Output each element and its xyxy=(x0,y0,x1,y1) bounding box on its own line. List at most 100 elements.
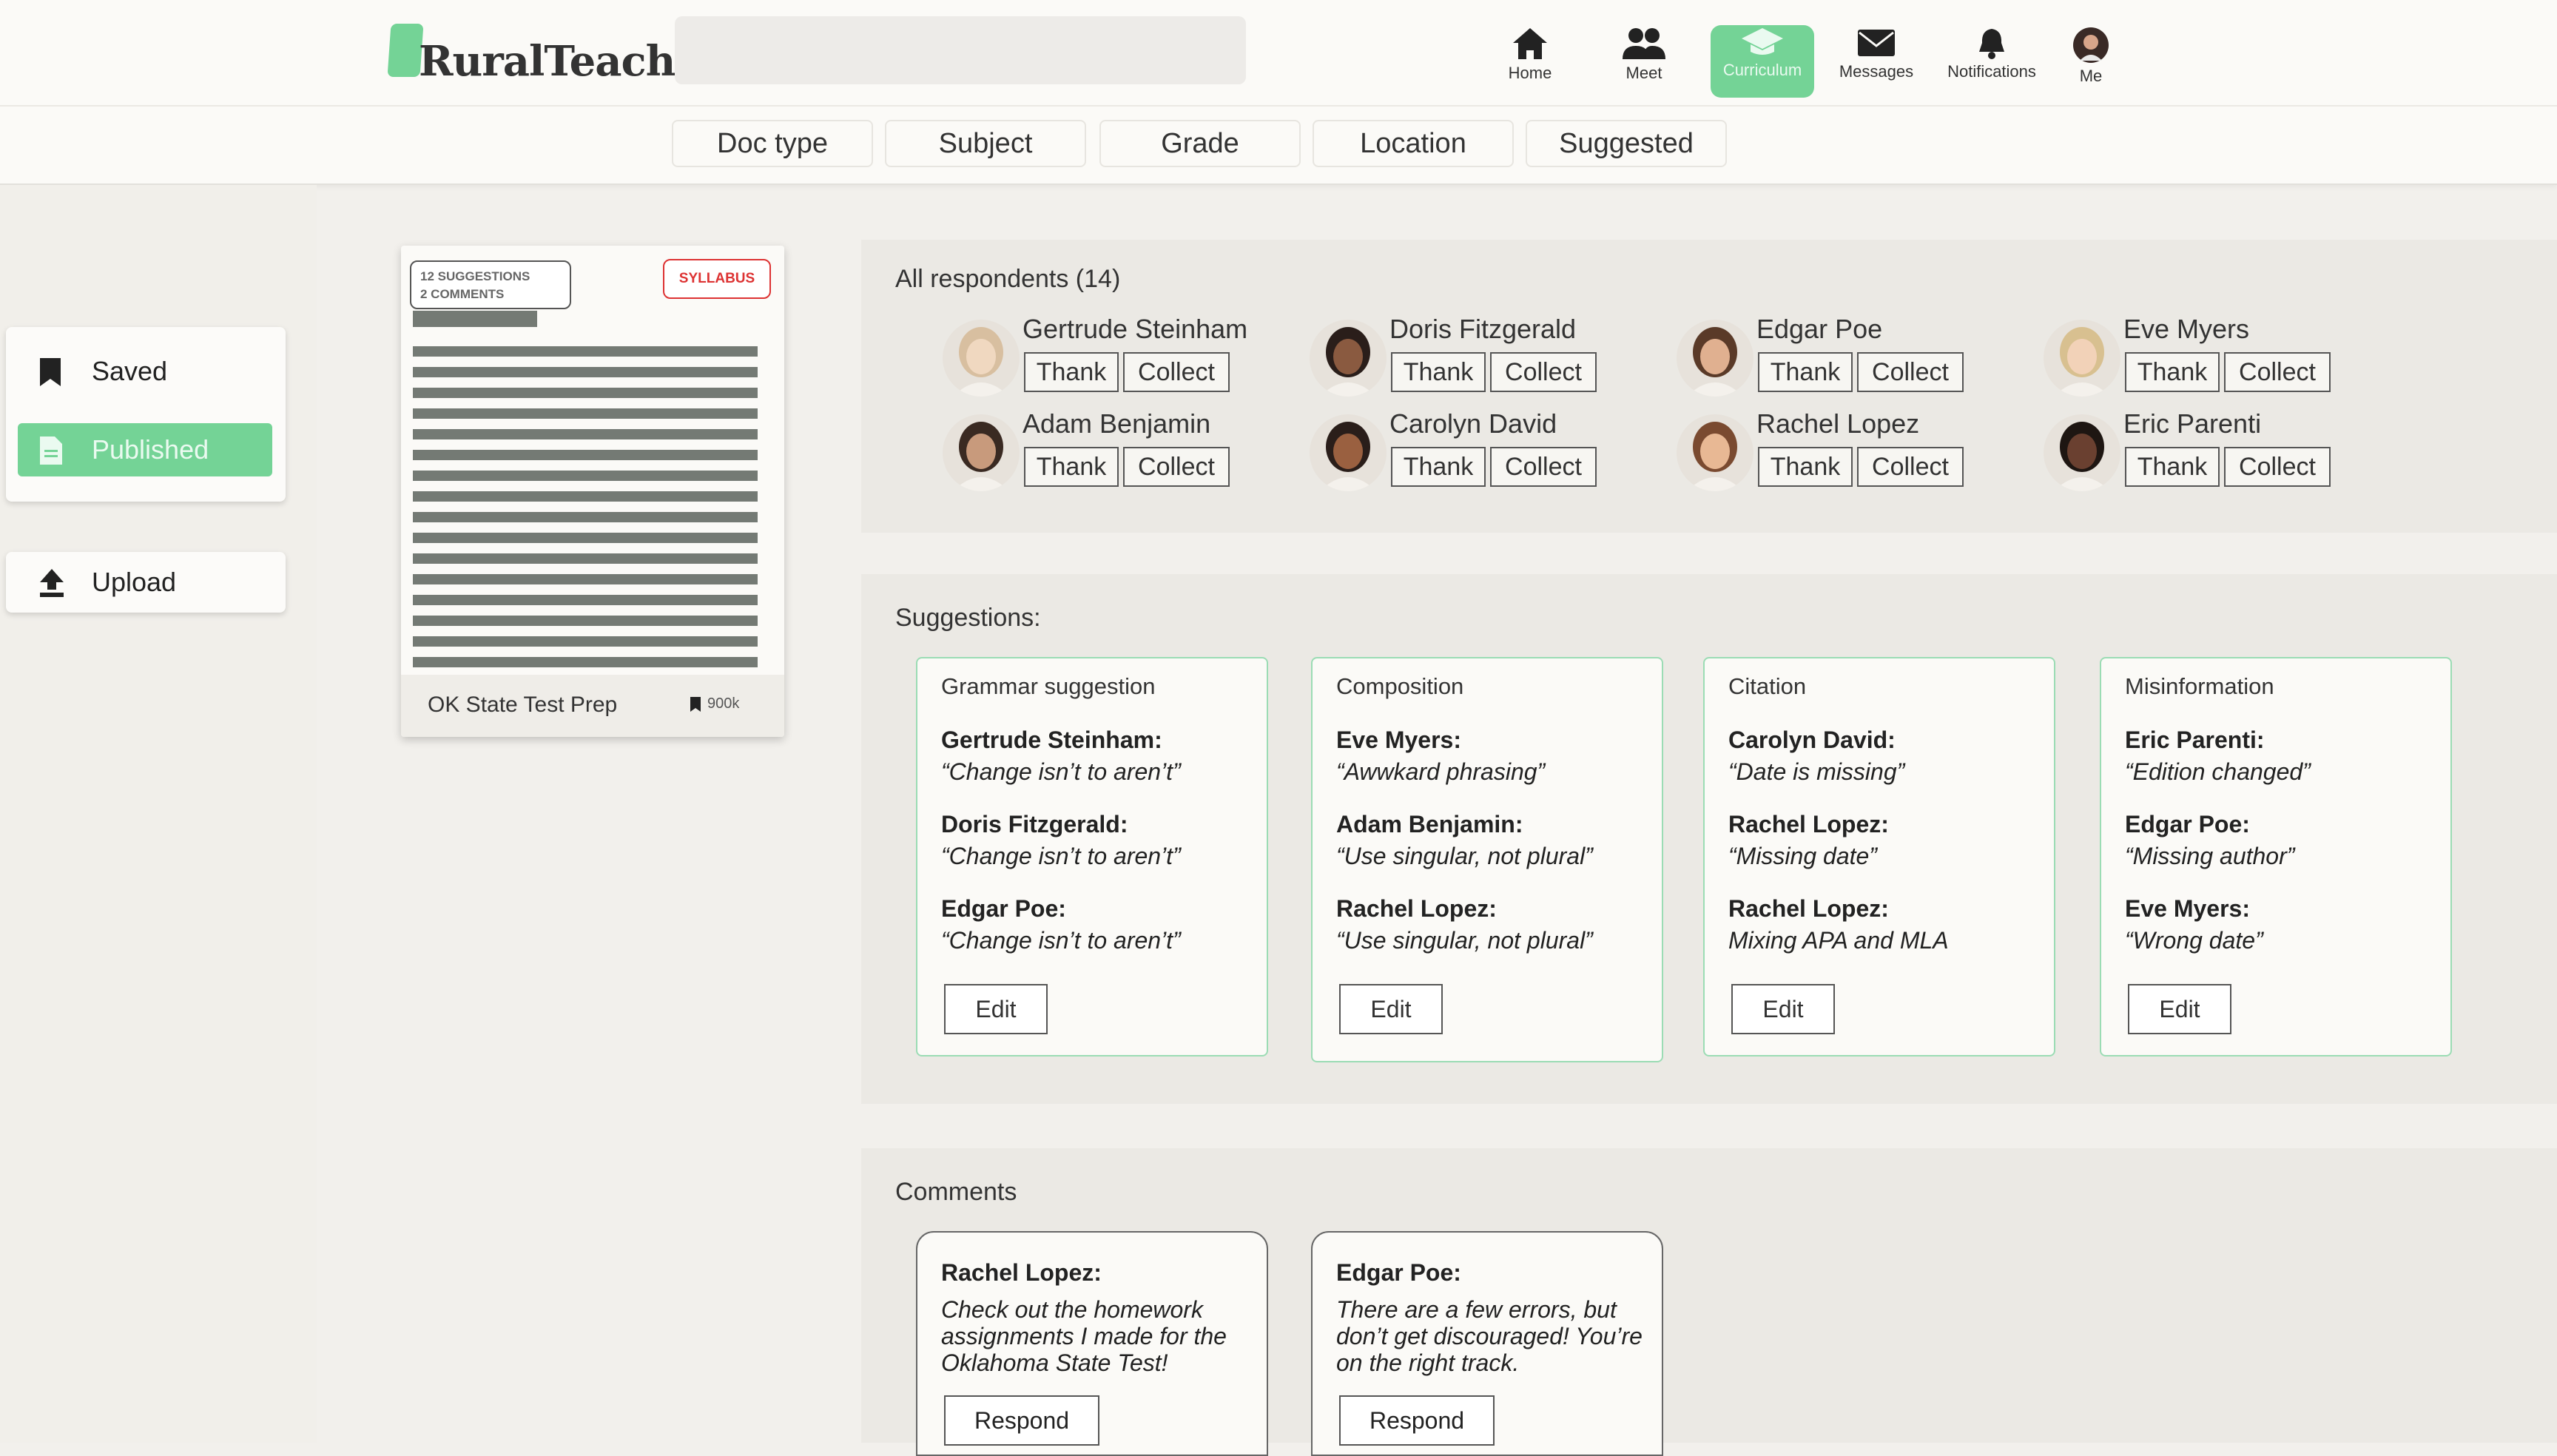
avatar[interactable] xyxy=(1310,320,1387,397)
respondent-name: Rachel Lopez xyxy=(1756,408,1920,439)
thank-button[interactable]: Thank xyxy=(1391,447,1486,487)
suggestion-author: Eve Myers: xyxy=(1336,727,1461,753)
suggestion-item: Rachel Lopez: “Use singular, not plural” xyxy=(1336,895,1654,954)
suggestion-text: “Change isn’t to aren’t” xyxy=(941,758,1181,785)
collect-button[interactable]: Collect xyxy=(1490,447,1597,487)
thank-button[interactable]: Thank xyxy=(1024,352,1119,392)
respondent: Gertrude Steinham Thank Collect xyxy=(943,314,1305,400)
comment-author: Rachel Lopez: xyxy=(941,1259,1102,1286)
edit-button[interactable]: Edit xyxy=(944,984,1048,1034)
respond-button[interactable]: Respond xyxy=(944,1395,1099,1446)
collect-button[interactable]: Collect xyxy=(1123,352,1230,392)
nav-meet[interactable]: Meet xyxy=(1592,27,1696,98)
comments-title: Comments xyxy=(895,1178,1017,1206)
edit-button[interactable]: Edit xyxy=(1731,984,1835,1034)
edit-button[interactable]: Edit xyxy=(2128,984,2231,1034)
avatar[interactable] xyxy=(2044,414,2120,491)
suggestion-author: Edgar Poe: xyxy=(2125,811,2250,837)
suggestion-item: Eve Myers: “Wrong date” xyxy=(2125,895,2443,954)
doc-preview-line xyxy=(413,657,758,667)
suggestion-item: Edgar Poe: “Change isn’t to aren’t” xyxy=(941,895,1259,954)
nav-curriculum-label: Curriculum xyxy=(1722,61,1802,79)
thank-button[interactable]: Thank xyxy=(2125,352,2220,392)
avatar xyxy=(2073,27,2109,63)
respondent: Doris Fitzgerald Thank Collect xyxy=(1310,314,1672,400)
suggestion-item: Eric Parenti: “Edition changed” xyxy=(2125,727,2443,786)
nav-curriculum[interactable]: Curriculum xyxy=(1711,25,1814,98)
suggestion-item: Carolyn David: “Date is missing” xyxy=(1728,727,2046,786)
respondent-name: Adam Benjamin xyxy=(1023,408,1211,439)
suggestion-text: “Awwkard phrasing” xyxy=(1336,758,1546,785)
document-card[interactable]: 12 SUGGESTIONS 2 COMMENTS SYLLABUS OK St… xyxy=(401,246,784,737)
thank-button[interactable]: Thank xyxy=(1758,447,1853,487)
nav-messages[interactable]: Messages xyxy=(1825,27,1928,98)
search-input[interactable] xyxy=(675,16,1246,84)
suggestion-item: Eve Myers: “Awwkard phrasing” xyxy=(1336,727,1654,786)
filter-location[interactable]: Location xyxy=(1313,120,1514,167)
comment-author: Edgar Poe: xyxy=(1336,1259,1461,1286)
avatar[interactable] xyxy=(1677,414,1753,491)
collect-button[interactable]: Collect xyxy=(1490,352,1597,392)
suggestion-category: Misinformation xyxy=(2125,673,2274,699)
avatar[interactable] xyxy=(1677,320,1753,397)
avatar[interactable] xyxy=(1310,414,1387,491)
respondent: Rachel Lopez Thank Collect xyxy=(1677,408,2039,494)
sidebar-item-published[interactable]: Published xyxy=(18,423,272,476)
sidebar: Saved Published Upload xyxy=(0,185,317,1443)
suggestion-card: Citation Carolyn David: “Date is missing” R… xyxy=(1703,657,2055,1056)
collect-button[interactable]: Collect xyxy=(2224,352,2331,392)
suggestion-text: “Missing author” xyxy=(2125,843,2295,869)
suggestion-author: Adam Benjamin: xyxy=(1336,811,1523,837)
sidebar-item-saved[interactable]: Saved xyxy=(18,345,272,398)
filter-suggested[interactable]: Suggested xyxy=(1526,120,1727,167)
respond-button[interactable]: Respond xyxy=(1339,1395,1495,1446)
upload-card: Upload xyxy=(6,552,286,613)
filter-bar: Doc type Subject Grade Location Suggeste… xyxy=(0,107,2557,185)
suggestion-author: Rachel Lopez: xyxy=(1728,811,1889,837)
thank-button[interactable]: Thank xyxy=(1024,447,1119,487)
save-count-value: 900k xyxy=(707,695,740,712)
collect-button[interactable]: Collect xyxy=(2224,447,2331,487)
sidebar-item-label: Published xyxy=(92,434,209,465)
suggestion-item: Edgar Poe: “Missing author” xyxy=(2125,811,2443,870)
logo[interactable]: RuralTeach xyxy=(386,22,676,89)
nav-home[interactable]: Home xyxy=(1478,27,1582,98)
thank-button[interactable]: Thank xyxy=(1391,352,1486,392)
avatar[interactable] xyxy=(943,320,1020,397)
collect-button[interactable]: Collect xyxy=(1123,447,1230,487)
edit-button[interactable]: Edit xyxy=(1339,984,1443,1034)
filter-grade[interactable]: Grade xyxy=(1099,120,1301,167)
doc-preview-line xyxy=(413,636,758,647)
doc-preview-line xyxy=(413,616,758,626)
filter-subject[interactable]: Subject xyxy=(885,120,1086,167)
nav-me[interactable]: Me xyxy=(2039,27,2143,98)
doc-preview-line xyxy=(413,367,758,377)
suggestion-author: Rachel Lopez: xyxy=(1336,895,1497,922)
respondent: Adam Benjamin Thank Collect xyxy=(943,408,1305,494)
bookmark-icon xyxy=(690,696,701,712)
thank-button[interactable]: Thank xyxy=(2125,447,2220,487)
suggestion-text: “Date is missing” xyxy=(1728,758,1905,785)
nav-notifications[interactable]: Notifications xyxy=(1940,27,2044,98)
doc-preview-line xyxy=(413,471,758,481)
comment-card: Edgar Poe: There are a few errors, but do… xyxy=(1311,1231,1663,1456)
suggestion-text: “Change isn’t to aren’t” xyxy=(941,927,1181,954)
bell-icon xyxy=(1979,29,2004,59)
comment-card: Rachel Lopez: Check out the homework assi… xyxy=(916,1231,1268,1456)
avatar[interactable] xyxy=(2044,320,2120,397)
suggestion-text: “Use singular, not plural” xyxy=(1336,927,1593,954)
nav-me-label: Me xyxy=(2079,67,2103,85)
sidebar-item-label: Saved xyxy=(92,356,168,386)
suggestion-count: 12 SUGGESTIONS xyxy=(420,269,530,283)
upload-label: Upload xyxy=(92,567,177,597)
thank-button[interactable]: Thank xyxy=(1758,352,1853,392)
upload-button[interactable]: Upload xyxy=(18,556,272,609)
filter-doc-type[interactable]: Doc type xyxy=(672,120,873,167)
upload-icon xyxy=(40,569,64,597)
collect-button[interactable]: Collect xyxy=(1857,352,1964,392)
doc-type-badge: SYLLABUS xyxy=(663,259,771,299)
doc-preview-line xyxy=(413,388,758,398)
avatar[interactable] xyxy=(943,414,1020,491)
suggestion-author: Eve Myers: xyxy=(2125,895,2250,922)
collect-button[interactable]: Collect xyxy=(1857,447,1964,487)
